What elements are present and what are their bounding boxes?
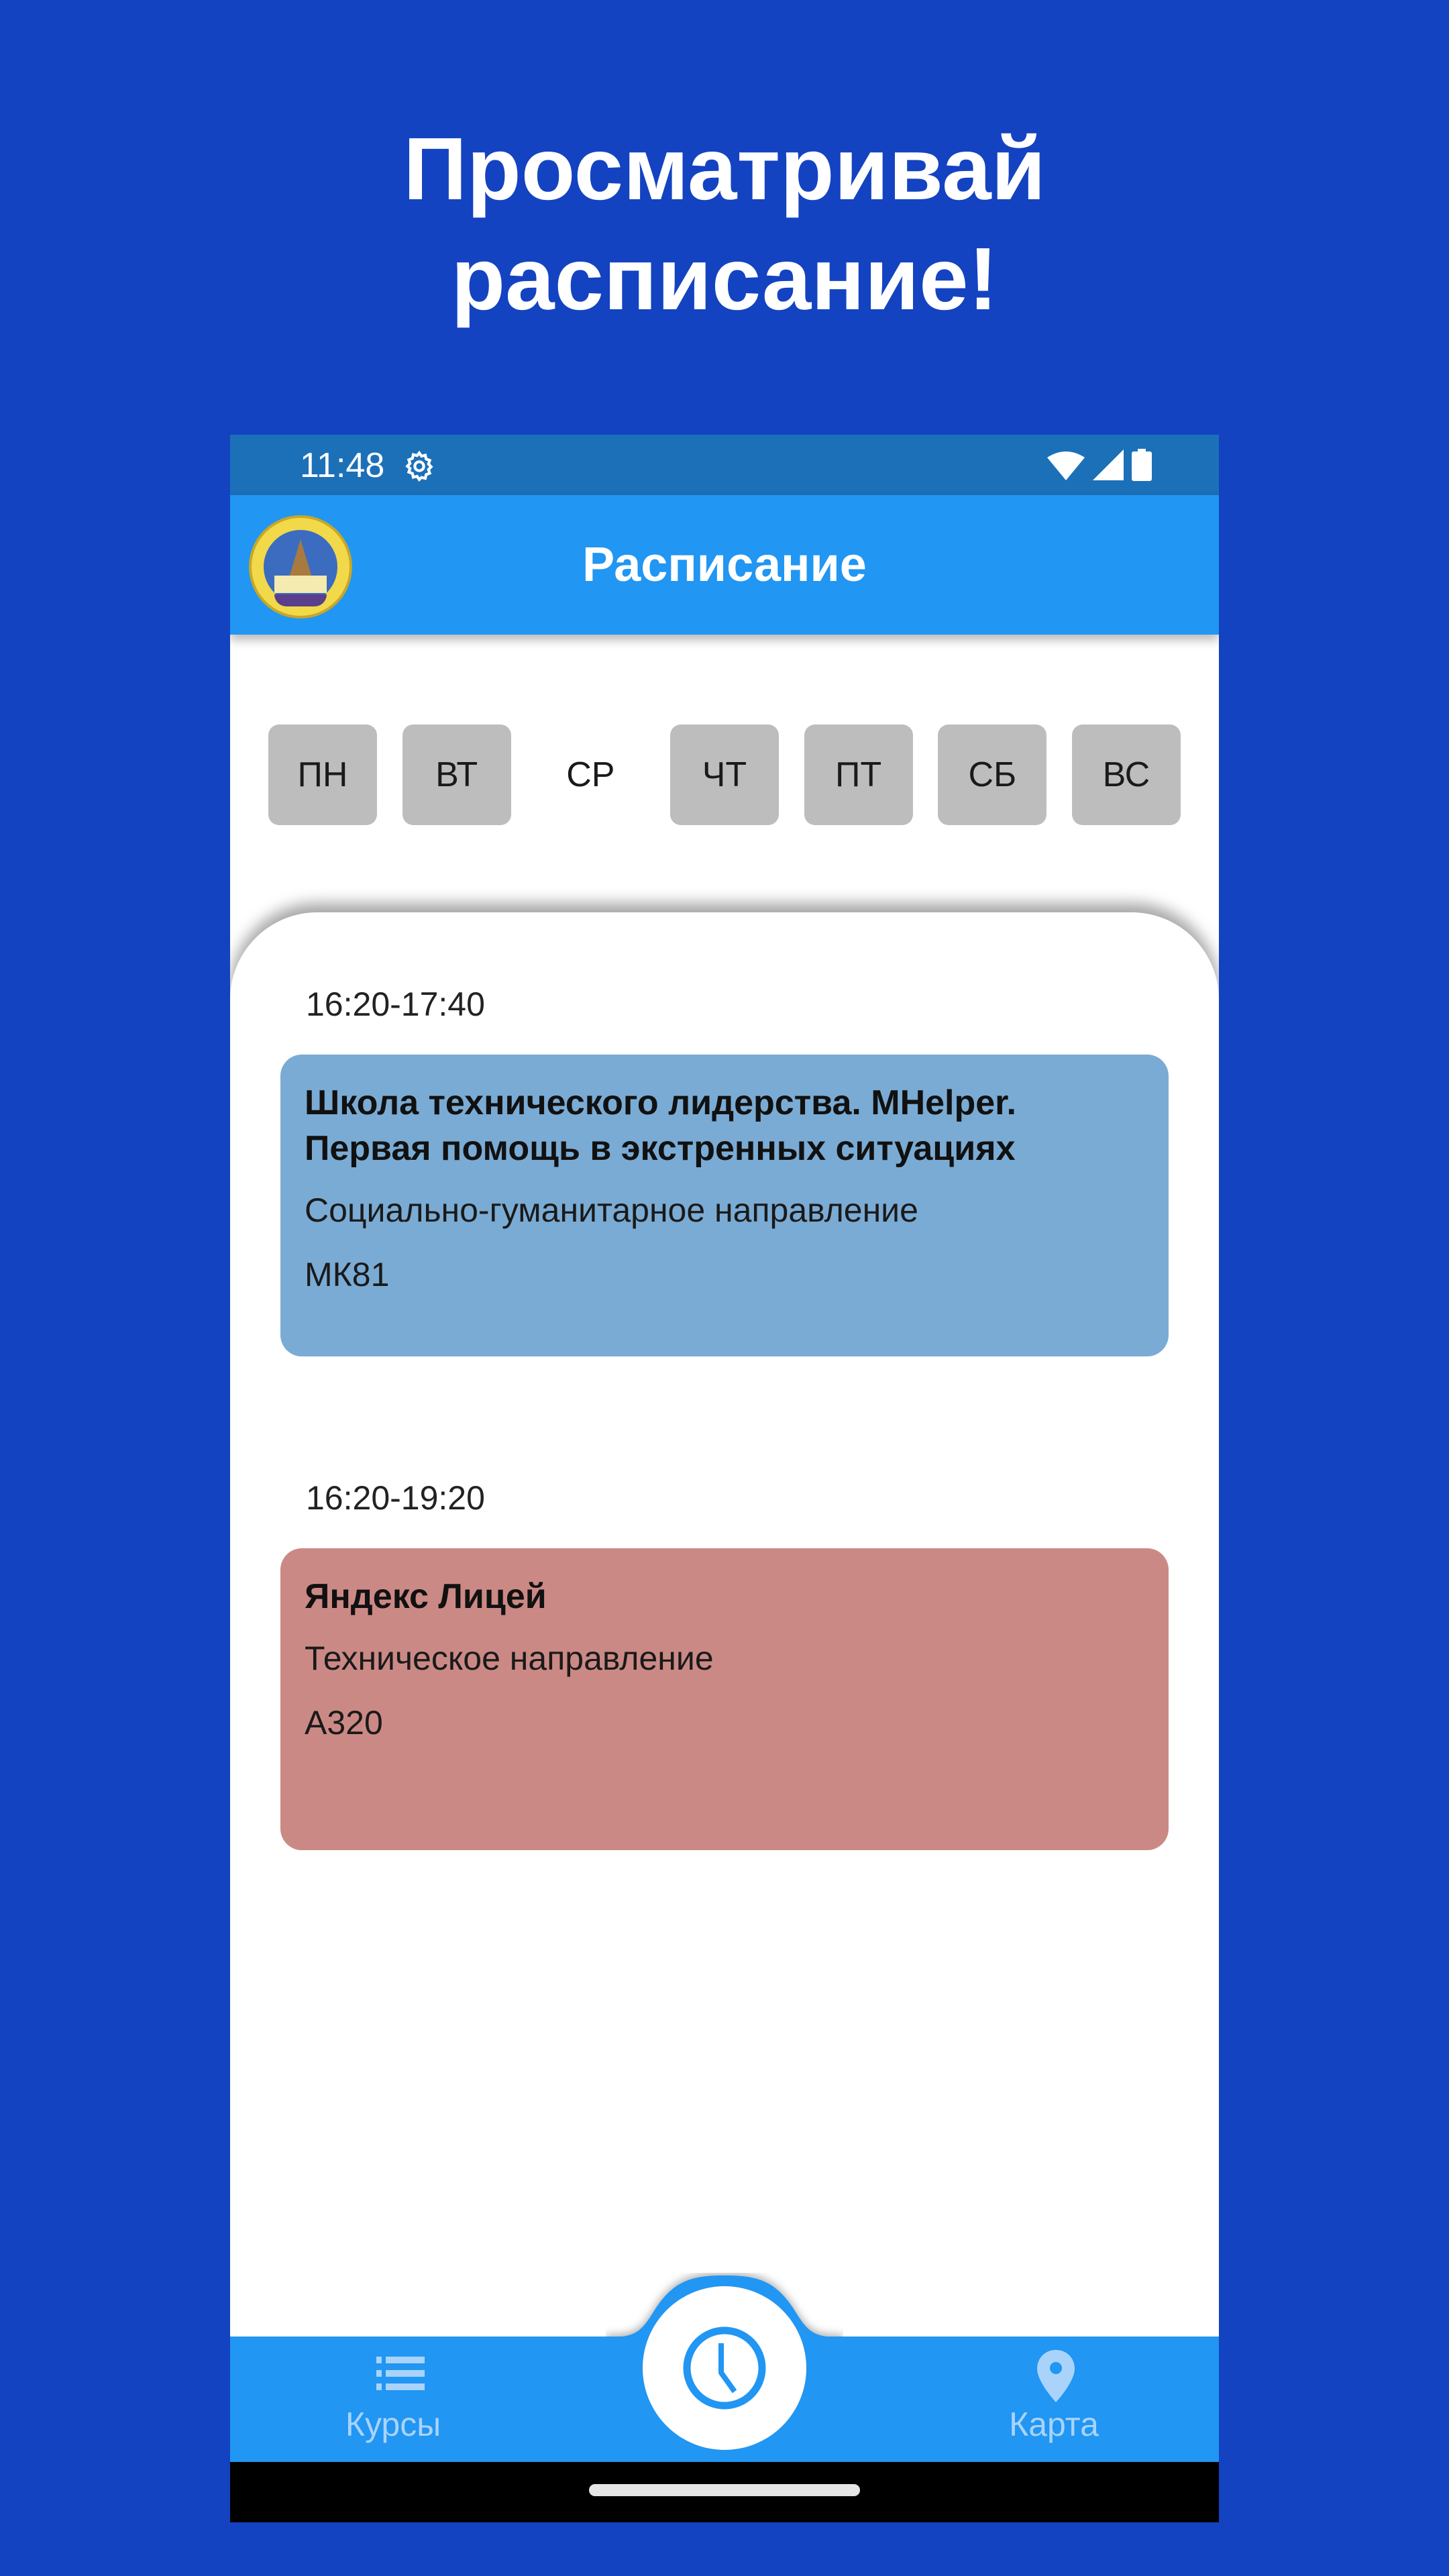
class-room: А320 <box>305 1704 383 1741</box>
nav-item-map[interactable]: Карта <box>920 2337 1188 2462</box>
class-room: МК81 <box>305 1256 390 1293</box>
app-bar: Расписание <box>230 495 1219 635</box>
wifi-icon <box>1047 451 1085 480</box>
day-tab-tue[interactable]: ВТ <box>402 724 511 825</box>
home-gesture-handle[interactable] <box>589 2484 860 2496</box>
phone-screen: 11:48 Расписание ПН ВТ СР ЧТ ПТ СБ ВС 16… <box>230 435 1219 2522</box>
class-direction: Техническое направление <box>305 1640 714 1677</box>
schedule-sheet: 16:20-17:40 Школа технического лидерства… <box>230 912 1219 2388</box>
class-card[interactable]: Школа технического лидерства. MHelper. П… <box>280 1055 1169 1356</box>
map-pin-icon <box>1037 2350 1075 2402</box>
schedule-fab[interactable] <box>643 2286 806 2450</box>
day-tab-mon[interactable]: ПН <box>268 724 377 825</box>
status-icons <box>1047 448 1152 482</box>
day-tab-thu[interactable]: ЧТ <box>669 724 779 825</box>
page-title: Расписание <box>582 538 867 592</box>
slot-time: 16:20-19:20 <box>306 1479 485 1517</box>
nav-label-courses: Курсы <box>345 2406 441 2443</box>
status-time: 11:48 <box>300 446 385 485</box>
day-tab-sun[interactable]: ВС <box>1071 724 1181 825</box>
status-bar: 11:48 <box>230 435 1219 495</box>
class-direction: Социально-гуманитарное направление <box>305 1191 918 1229</box>
settings-icon <box>405 450 433 482</box>
promo-headline: Просматривай расписание! <box>0 114 1449 334</box>
day-tab-fri[interactable]: ПТ <box>804 724 913 825</box>
day-selector: ПН ВТ СР ЧТ ПТ СБ ВС <box>268 724 1181 825</box>
day-tab-sat[interactable]: СБ <box>938 724 1047 825</box>
nav-label-map: Карта <box>1009 2406 1099 2443</box>
promo-headline-line-2: расписание! <box>451 229 998 328</box>
battery-icon <box>1132 449 1152 481</box>
promo-headline-line-1: Просматривай <box>403 119 1046 218</box>
class-title: Школа технического лидерства. MHelper. П… <box>305 1083 1016 1168</box>
clock-icon <box>683 2326 766 2410</box>
system-navigation-bar <box>230 2462 1219 2522</box>
slot-time: 16:20-17:40 <box>306 985 485 1023</box>
signal-icon <box>1093 449 1124 480</box>
day-tab-wed[interactable]: СР <box>536 724 645 825</box>
class-card[interactable]: Яндекс Лицей Техническое направление А32… <box>280 1548 1169 1850</box>
list-icon <box>376 2357 425 2390</box>
nav-item-courses[interactable]: Курсы <box>259 2337 527 2462</box>
class-title: Яндекс Лицей <box>305 1577 547 1616</box>
